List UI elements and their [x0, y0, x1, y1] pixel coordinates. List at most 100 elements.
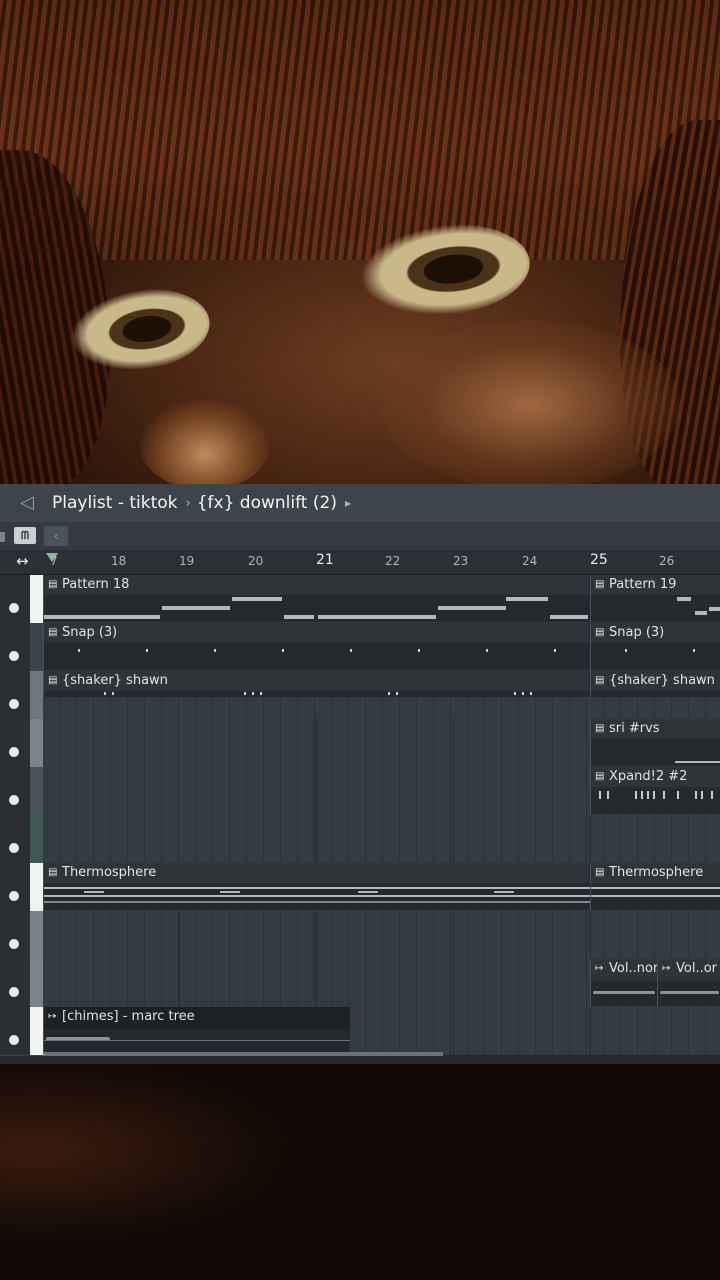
- ruler-number: 24: [522, 554, 538, 568]
- track-lane[interactable]: ▤ Thermosphere ▤ Thermosphere: [43, 863, 720, 912]
- timeline-ruler[interactable]: ↔ 7 18 19 20 21 22 23 24 25 26: [0, 550, 720, 575]
- track-header[interactable]: [0, 911, 30, 959]
- audio-clip-icon: ↦: [595, 963, 604, 974]
- track-header[interactable]: [0, 815, 30, 863]
- track-header[interactable]: [0, 575, 30, 623]
- ruler-number: 21: [316, 552, 334, 568]
- playlist-titlebar[interactable]: ◁ Playlist - tiktok › {fx} downlift (2) …: [0, 484, 720, 522]
- track-color: [30, 815, 43, 863]
- clip-label: Vol..or: [676, 961, 718, 976]
- clip-label: Snap (3): [62, 625, 118, 640]
- track-color: [30, 671, 43, 719]
- track-row: ▤ Pattern 18 ▤ Pattern 19: [0, 575, 720, 624]
- ruler-number: 18: [111, 554, 127, 568]
- pattern-clip[interactable]: ▤ Snap (3): [590, 623, 720, 670]
- pattern-clip[interactable]: ▤ Snap (3): [43, 623, 590, 670]
- clip-label: Vol..nor: [609, 961, 659, 976]
- ruler-number: 23: [453, 554, 469, 568]
- audio-clip[interactable]: ↦ Vol..or: [657, 959, 720, 1006]
- ruler-number: 20: [248, 554, 264, 568]
- track-mute-dot[interactable]: [9, 651, 19, 661]
- track-lane[interactable]: ↦ Vol..nor ↦ Vol..or: [43, 959, 720, 1008]
- track-row: ▤ {shaker} shawn ▤ {shaker} shawn: [0, 671, 720, 720]
- playlist-title: Playlist - tiktok: [52, 493, 178, 513]
- track-lane[interactable]: [43, 911, 720, 960]
- clip-label: Snap (3): [609, 625, 665, 640]
- track-color: [30, 959, 43, 1007]
- clip-label: Thermosphere: [62, 865, 157, 880]
- track-header[interactable]: [0, 719, 30, 767]
- clip-label: {shaker} shawn: [609, 673, 715, 688]
- track-lane[interactable]: ↦ [chimes] - marc tree: [43, 1007, 720, 1056]
- track-mute-dot[interactable]: [9, 699, 19, 709]
- pattern-clip[interactable]: ▤ sri #rvs: [590, 719, 720, 766]
- pattern-clip[interactable]: ▤ {shaker} shawn: [43, 671, 590, 697]
- track-color: [30, 911, 43, 959]
- track-color: [30, 719, 43, 767]
- pattern-clip[interactable]: ▤ Xpand!2 #2: [590, 767, 720, 814]
- chevron-right-icon[interactable]: ▸: [345, 496, 351, 510]
- nose: [140, 400, 270, 484]
- track-lane[interactable]: ▤ Xpand!2 #2: [43, 767, 720, 816]
- track-mute-dot[interactable]: [9, 747, 19, 757]
- pattern-clip[interactable]: ▤ Pattern 19: [590, 575, 720, 622]
- track-mute-dot[interactable]: [9, 843, 19, 853]
- pattern-clip-icon: ▤: [48, 867, 58, 878]
- audio-clip[interactable]: ↦ Vol..nor: [590, 959, 659, 1006]
- playlist-bottom-edge: [0, 1056, 720, 1064]
- ruler-number: 25: [590, 552, 608, 568]
- clip-label: [chimes] - marc tree: [62, 1009, 195, 1024]
- pattern-clip-icon: ▤: [595, 771, 605, 782]
- pattern-clip[interactable]: ▤ Thermosphere: [43, 863, 590, 910]
- toolbar-edge: [0, 532, 5, 542]
- clip-label: Pattern 19: [609, 577, 677, 592]
- pattern-clip-icon: ▤: [595, 675, 605, 686]
- track-mute-dot[interactable]: [9, 939, 19, 949]
- pattern-clip-icon: ▤: [48, 627, 58, 638]
- clip-label: Pattern 18: [62, 577, 130, 592]
- pattern-clip-icon: ▤: [48, 579, 58, 590]
- pattern-clip[interactable]: ▤ {shaker} shawn: [590, 671, 720, 697]
- track-header[interactable]: [0, 623, 30, 671]
- ruler-number: 26: [659, 554, 675, 568]
- track-mute-dot[interactable]: [9, 891, 19, 901]
- pattern-clip[interactable]: ▤ Pattern 18: [43, 575, 590, 622]
- track-mute-dot[interactable]: [9, 987, 19, 997]
- pattern-clip[interactable]: ▤ Thermosphere: [590, 863, 720, 910]
- resize-horizontal-icon[interactable]: ↔: [16, 552, 29, 570]
- track-lane[interactable]: ▤ sri #rvs: [43, 719, 720, 768]
- ruler-number: 7: [50, 554, 58, 568]
- track-lane[interactable]: ▤ {shaker} shawn ▤ {shaker} shawn: [43, 671, 720, 720]
- pattern-clip-icon: ▤: [595, 627, 605, 638]
- track-mute-dot[interactable]: [9, 795, 19, 805]
- chevron-left-icon[interactable]: ‹: [44, 526, 68, 546]
- speaker-icon[interactable]: ◁: [20, 492, 42, 514]
- track-color: [30, 767, 43, 815]
- track-mute-dot[interactable]: [9, 603, 19, 613]
- playlist-window: ◁ Playlist - tiktok › {fx} downlift (2) …: [0, 484, 720, 1064]
- track-mute-dot[interactable]: [9, 1035, 19, 1045]
- clip-label: sri #rvs: [609, 721, 660, 736]
- track-header[interactable]: [0, 863, 30, 911]
- current-pattern[interactable]: {fx} downlift (2): [197, 493, 337, 513]
- track-row: ▤ sri #rvs: [0, 719, 720, 768]
- track-header[interactable]: [0, 959, 30, 1007]
- audio-clip[interactable]: ↦ [chimes] - marc tree: [43, 1007, 350, 1054]
- cheek: [380, 320, 680, 484]
- background-photo: [0, 0, 720, 484]
- audio-clip-icon: ↦: [48, 1011, 57, 1022]
- track-row: ↦ [chimes] - marc tree: [0, 1007, 720, 1056]
- ruler-number: 22: [385, 554, 401, 568]
- clip-label: Xpand!2 #2: [609, 769, 688, 784]
- track-lane[interactable]: [43, 815, 720, 864]
- track-row: [0, 815, 720, 864]
- piano-roll-icon[interactable]: ᗰ: [14, 527, 36, 544]
- track-header[interactable]: [0, 671, 30, 719]
- track-row: ↦ Vol..nor ↦ Vol..or: [0, 959, 720, 1008]
- track-header[interactable]: [0, 1007, 30, 1055]
- track-lane[interactable]: ▤ Pattern 18 ▤ Pattern 19: [43, 575, 720, 624]
- track-header[interactable]: [0, 767, 30, 815]
- pattern-clip-icon: ▤: [48, 675, 58, 686]
- track-lane[interactable]: ▤ Snap (3) ▤ Snap (3): [43, 623, 720, 672]
- track-row: ▤ Thermosphere ▤ Thermosphere: [0, 863, 720, 912]
